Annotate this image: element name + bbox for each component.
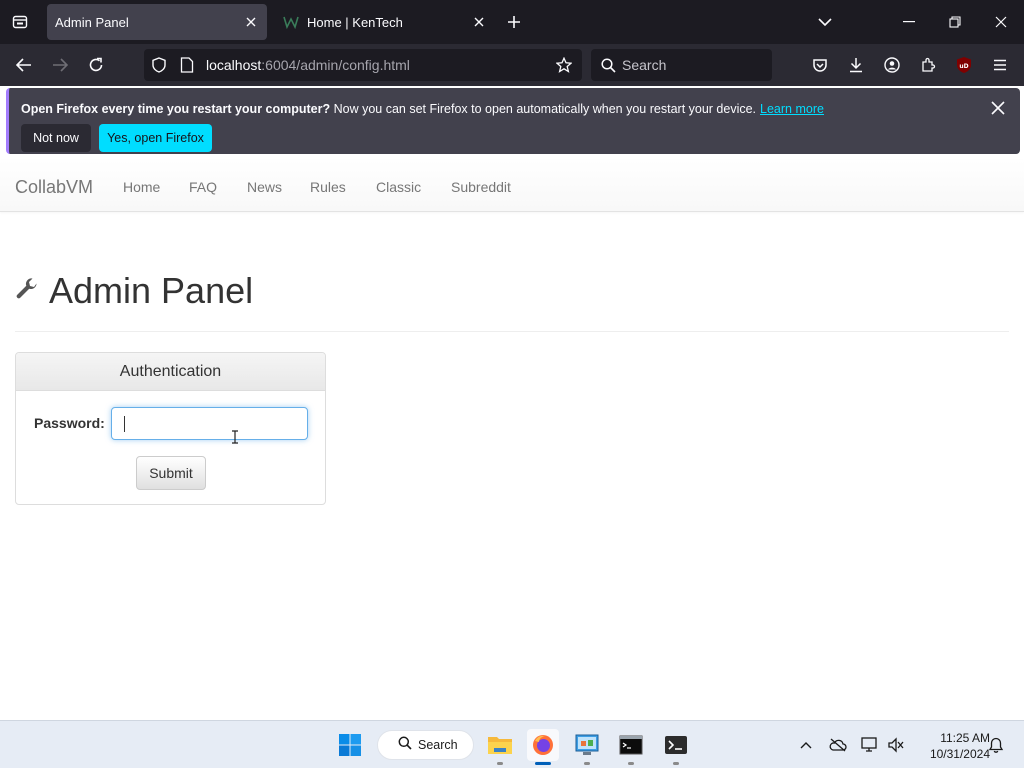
windows-start-icon[interactable] bbox=[334, 729, 366, 761]
notification-body-text: Now you can set Firefox to open automati… bbox=[330, 102, 757, 116]
search-bar[interactable]: Search bbox=[591, 49, 772, 81]
password-input[interactable] bbox=[111, 407, 308, 440]
show-hidden-icons-chevron-icon[interactable] bbox=[796, 735, 816, 755]
ublock-origin-icon[interactable]: uD bbox=[950, 52, 978, 78]
clock-time: 11:25 AM bbox=[940, 731, 990, 745]
page-info-icon[interactable] bbox=[178, 56, 196, 74]
search-placeholder: Search bbox=[622, 57, 667, 73]
back-icon[interactable] bbox=[10, 52, 38, 78]
text-cursor-icon bbox=[231, 430, 239, 447]
browser-tab-strip: Admin Panel Home | KenTech bbox=[0, 0, 1024, 44]
site-navbar: CollabVM Home FAQ News Rules Classic Sub… bbox=[0, 160, 1024, 212]
running-indicator bbox=[628, 762, 634, 765]
running-indicator bbox=[584, 762, 590, 765]
not-now-button[interactable]: Not now bbox=[21, 124, 91, 152]
panel-heading: Authentication bbox=[16, 353, 325, 391]
submit-button[interactable]: Submit bbox=[136, 456, 206, 490]
learn-more-link[interactable]: Learn more bbox=[760, 102, 824, 116]
nav-link-subreddit[interactable]: Subreddit bbox=[451, 179, 511, 195]
windows-taskbar: Search 11:25 AM 10/31/2024 bbox=[0, 720, 1024, 768]
running-indicator bbox=[673, 762, 679, 765]
notification-message: Open Firefox every time you restart your… bbox=[21, 102, 824, 116]
nav-link-news[interactable]: News bbox=[247, 179, 282, 195]
ublock-badge-text: uD bbox=[959, 63, 968, 70]
new-tab-icon[interactable] bbox=[502, 11, 526, 33]
firefox-view-icon[interactable] bbox=[8, 11, 32, 33]
system-clock[interactable]: 11:25 AM 10/31/2024 bbox=[912, 730, 990, 762]
url-bar[interactable]: localhost:6004/admin/config.html bbox=[144, 49, 582, 81]
search-icon bbox=[599, 56, 617, 74]
account-icon[interactable] bbox=[878, 52, 906, 78]
kentech-favicon-icon bbox=[283, 14, 299, 30]
clock-date: 10/31/2024 bbox=[929, 747, 990, 761]
file-explorer-icon[interactable] bbox=[484, 729, 516, 765]
page-header: Admin Panel bbox=[15, 270, 253, 312]
nav-link-home[interactable]: Home bbox=[123, 179, 160, 195]
tab-title: Home | KenTech bbox=[307, 14, 403, 30]
tab-home-kentech[interactable]: Home | KenTech bbox=[275, 4, 495, 40]
tab-close-icon[interactable] bbox=[467, 10, 491, 34]
terminal-icon[interactable] bbox=[660, 729, 692, 765]
nav-link-rules[interactable]: Rules bbox=[310, 179, 346, 195]
text-caret bbox=[124, 416, 125, 432]
notification-bold-text: Open Firefox every time you restart your… bbox=[21, 102, 331, 116]
nav-link-classic[interactable]: Classic bbox=[376, 179, 421, 195]
url-host: localhost bbox=[206, 57, 262, 73]
authentication-panel: Authentication Password: Submit bbox=[15, 352, 326, 505]
taskbar-search[interactable]: Search bbox=[377, 730, 474, 760]
site-brand[interactable]: CollabVM bbox=[15, 177, 93, 198]
restore-icon[interactable] bbox=[932, 0, 978, 44]
extensions-icon[interactable] bbox=[914, 52, 942, 78]
tab-title: Admin Panel bbox=[55, 14, 129, 30]
tracking-protection-shield-icon[interactable] bbox=[150, 56, 168, 74]
default-browser-notification: Open Firefox every time you restart your… bbox=[6, 88, 1020, 154]
tab-admin-panel[interactable]: Admin Panel bbox=[47, 4, 267, 40]
url-path: :6004/admin/config.html bbox=[261, 57, 410, 73]
downloads-icon[interactable] bbox=[842, 52, 870, 78]
command-prompt-icon[interactable] bbox=[615, 729, 647, 765]
minimize-icon[interactable] bbox=[886, 0, 932, 44]
url-text[interactable]: localhost:6004/admin/config.html bbox=[206, 57, 410, 73]
password-label: Password: bbox=[34, 415, 105, 431]
running-indicator bbox=[497, 762, 503, 765]
nav-link-faq[interactable]: FAQ bbox=[189, 179, 217, 195]
taskbar-search-label: Search bbox=[418, 738, 458, 752]
notifications-bell-icon[interactable] bbox=[986, 735, 1006, 755]
firefox-taskbar-icon[interactable] bbox=[527, 729, 559, 765]
menu-icon[interactable] bbox=[986, 52, 1014, 78]
forward-icon[interactable] bbox=[46, 52, 74, 78]
tab-close-icon[interactable] bbox=[239, 10, 263, 34]
wrench-icon bbox=[15, 277, 39, 306]
taskbar-search-icon bbox=[398, 736, 412, 755]
control-panel-icon[interactable] bbox=[571, 729, 603, 765]
pocket-icon[interactable] bbox=[806, 52, 834, 78]
volume-muted-icon[interactable] bbox=[886, 735, 906, 755]
network-icon[interactable] bbox=[860, 735, 880, 755]
page-title: Admin Panel bbox=[49, 270, 254, 311]
onedrive-offline-icon[interactable] bbox=[828, 735, 848, 755]
list-all-tabs-icon[interactable] bbox=[802, 0, 848, 44]
reload-icon[interactable] bbox=[82, 52, 110, 78]
active-indicator bbox=[535, 762, 551, 765]
notification-close-icon[interactable] bbox=[988, 98, 1008, 118]
yes-open-firefox-button[interactable]: Yes, open Firefox bbox=[99, 124, 212, 152]
close-window-icon[interactable] bbox=[978, 0, 1024, 44]
header-divider bbox=[15, 331, 1009, 332]
bookmark-star-icon[interactable] bbox=[555, 56, 573, 74]
